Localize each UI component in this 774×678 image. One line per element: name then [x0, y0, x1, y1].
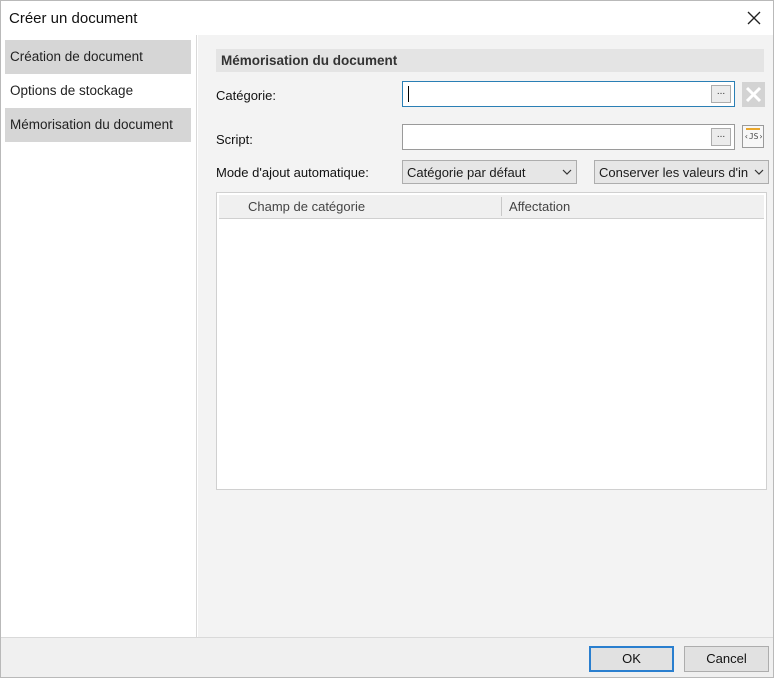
javascript-icon: ‹JS›: [744, 132, 764, 141]
auto-add-mode-dropdown[interactable]: Catégorie par défaut: [402, 160, 577, 184]
js-icon-bar: [746, 128, 760, 130]
create-document-dialog: Créer un document Création de document O…: [0, 0, 774, 678]
grid-header: Champ de catégorie Affectation: [219, 195, 764, 219]
category-field[interactable]: ...: [402, 81, 735, 107]
category-browse-button[interactable]: ...: [711, 85, 731, 103]
chevron-down-icon: [754, 169, 764, 175]
sidebar-item-creation[interactable]: Création de document: [5, 40, 191, 74]
sidebar-item-memorisation[interactable]: Mémorisation du document: [5, 108, 191, 142]
sidebar: Création de document Options de stockage…: [1, 35, 197, 637]
field-mapping-grid[interactable]: Champ de catégorie Affectation: [216, 192, 767, 490]
keep-values-dropdown[interactable]: Conserver les valeurs d'in: [594, 160, 769, 184]
cancel-button[interactable]: Cancel: [684, 646, 769, 672]
column-divider[interactable]: [501, 197, 502, 216]
main-panel: Mémorisation du document Catégorie: ... …: [198, 35, 773, 637]
close-button[interactable]: [741, 5, 767, 31]
script-browse-button[interactable]: ...: [711, 128, 731, 146]
text-caret: [408, 86, 409, 102]
javascript-editor-button[interactable]: ‹JS›: [742, 125, 764, 148]
sidebar-item-storage-options[interactable]: Options de stockage: [5, 74, 191, 108]
column-header-category-field[interactable]: Champ de catégorie: [248, 195, 365, 218]
clear-category-button[interactable]: [742, 82, 765, 107]
ok-button[interactable]: OK: [589, 646, 674, 672]
delete-x-icon: [745, 86, 762, 103]
chevron-down-icon: [562, 169, 572, 175]
section-title: Mémorisation du document: [216, 49, 764, 72]
keep-values-value: Conserver les valeurs d'in: [599, 165, 749, 180]
script-label: Script:: [216, 132, 253, 147]
dialog-title: Créer un document: [9, 10, 138, 27]
auto-add-mode-value: Catégorie par défaut: [407, 165, 526, 180]
category-label: Catégorie:: [216, 88, 276, 103]
dialog-footer: OK Cancel: [1, 637, 773, 677]
auto-add-mode-label: Mode d'ajout automatique:: [216, 165, 369, 180]
script-field[interactable]: ...: [402, 124, 735, 150]
close-icon: [747, 11, 761, 25]
title-bar: Créer un document: [1, 1, 773, 35]
column-header-assignment[interactable]: Affectation: [509, 195, 570, 218]
